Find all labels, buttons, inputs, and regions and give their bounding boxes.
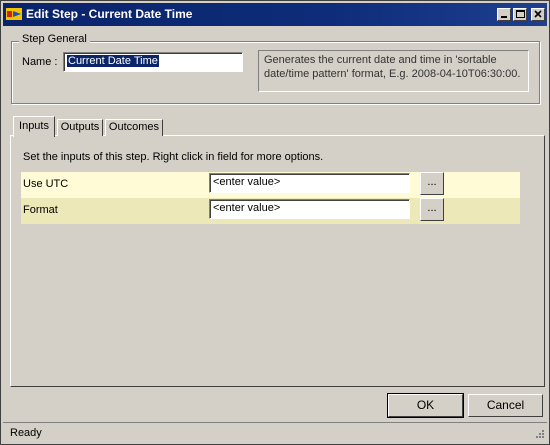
ok-button[interactable]: OK [387, 393, 464, 418]
tab-inputs[interactable]: Inputs [13, 116, 55, 137]
param-row-format: Format <enter value> ... [21, 198, 520, 224]
format-input[interactable]: <enter value> [209, 199, 410, 219]
app-icon [6, 7, 22, 21]
tab-outcomes[interactable]: Outcomes [105, 119, 163, 136]
inputs-instructions: Set the inputs of this step. Right click… [23, 151, 324, 163]
name-input-value: Current Date Time [67, 55, 159, 67]
param-row-use-utc: Use UTC <enter value> ... [21, 172, 520, 198]
tab-outputs[interactable]: Outputs [57, 119, 103, 136]
inputs-grid: Use UTC <enter value> ... Format <enter … [21, 172, 520, 224]
maximize-icon[interactable] [513, 8, 527, 21]
step-general-legend: Step General [19, 33, 90, 45]
window-title: Edit Step - Current Date Time [26, 7, 193, 21]
cancel-button[interactable]: Cancel [468, 394, 543, 417]
status-text: Ready [10, 427, 42, 439]
close-icon[interactable] [531, 8, 545, 21]
minimize-icon[interactable] [497, 8, 511, 21]
param-label-use-utc: Use UTC [23, 178, 69, 190]
step-description: Generates the current date and time in '… [258, 50, 529, 92]
name-input[interactable]: Current Date Time [63, 52, 243, 72]
param-label-format: Format [23, 204, 58, 216]
status-bar: Ready [3, 422, 547, 443]
edit-step-dialog: Edit Step - Current Date Time Step Gener… [0, 0, 550, 445]
resize-grip-icon[interactable] [533, 429, 545, 441]
title-bar[interactable]: Edit Step - Current Date Time [3, 3, 547, 26]
name-label: Name : [22, 56, 58, 68]
format-browse-button[interactable]: ... [420, 198, 444, 221]
use-utc-browse-button[interactable]: ... [420, 172, 444, 195]
use-utc-input[interactable]: <enter value> [209, 173, 410, 193]
